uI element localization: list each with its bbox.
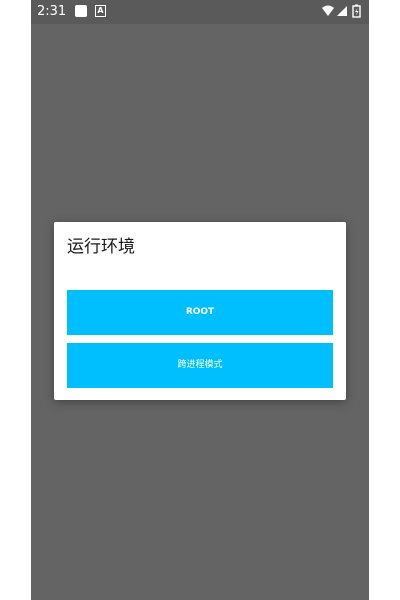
phone-screen: 2:31 A 运行环境 ROOT 跨进程模式 bbox=[31, 0, 369, 600]
notification-a-icon: A bbox=[95, 5, 106, 17]
root-mode-button[interactable]: ROOT bbox=[67, 290, 333, 335]
notification-square-icon bbox=[75, 5, 87, 17]
wifi-icon bbox=[322, 5, 334, 16]
dialog-title: 运行环境 bbox=[67, 237, 135, 257]
cross-process-mode-button[interactable]: 跨进程模式 bbox=[67, 343, 333, 388]
status-icons bbox=[321, 4, 365, 20]
signal-icon bbox=[337, 6, 347, 16]
runtime-environment-dialog: 运行环境 ROOT 跨进程模式 bbox=[54, 222, 346, 400]
battery-icon bbox=[352, 4, 361, 18]
status-time: 2:31 bbox=[37, 4, 67, 19]
status-bar: 2:31 A bbox=[31, 0, 369, 24]
